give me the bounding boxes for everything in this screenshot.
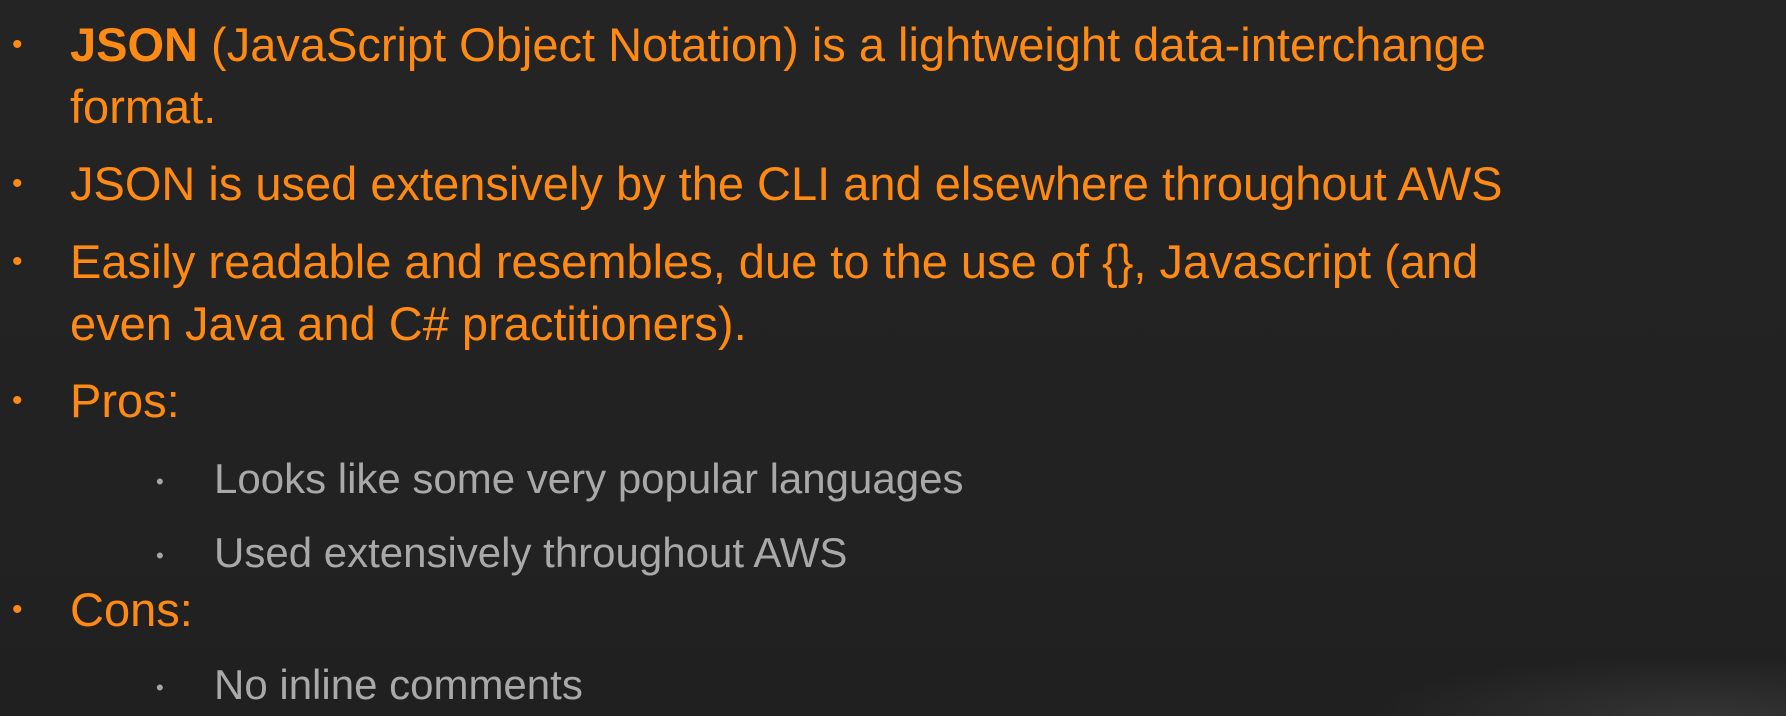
corner-shadow-decoration <box>1366 656 1786 716</box>
json-definition-continuation: format. <box>70 80 217 133</box>
bullet-dot: • <box>12 384 23 417</box>
readability-text: Easily readable and resembles, due to th… <box>70 235 1479 288</box>
bullet-text: JSON is used extensively by the CLI and … <box>70 157 1503 210</box>
bullet-text: Easily readable and resembles, due to th… <box>70 231 1478 355</box>
bullet-text: JSON (JavaScript Object Notation) is a l… <box>70 14 1486 138</box>
bullet-dot: • <box>12 593 23 626</box>
sub-bullet-text: No inline comments <box>214 661 583 708</box>
sub-bullet-text: Used extensively throughout AWS <box>214 529 848 576</box>
bullet-dot: • <box>12 167 23 200</box>
pros-heading: Pros: <box>70 374 180 427</box>
sub-bullet-dot: • <box>156 675 164 700</box>
json-definition-text: (JavaScript Object Notation) is a lightw… <box>198 18 1486 71</box>
bullet-dot: • <box>12 245 23 278</box>
cons-heading: Cons: <box>70 583 193 636</box>
bullet-dot: • <box>12 28 23 61</box>
sub-bullet-dot: • <box>156 543 164 568</box>
readability-continuation: even Java and C# practitioners). <box>70 297 747 350</box>
json-bold-term: JSON <box>70 18 198 71</box>
sub-bullet-text: Looks like some very popular languages <box>214 455 964 502</box>
sub-bullet-dot: • <box>156 469 164 494</box>
slide: • JSON (JavaScript Object Notation) is a… <box>0 0 1786 716</box>
